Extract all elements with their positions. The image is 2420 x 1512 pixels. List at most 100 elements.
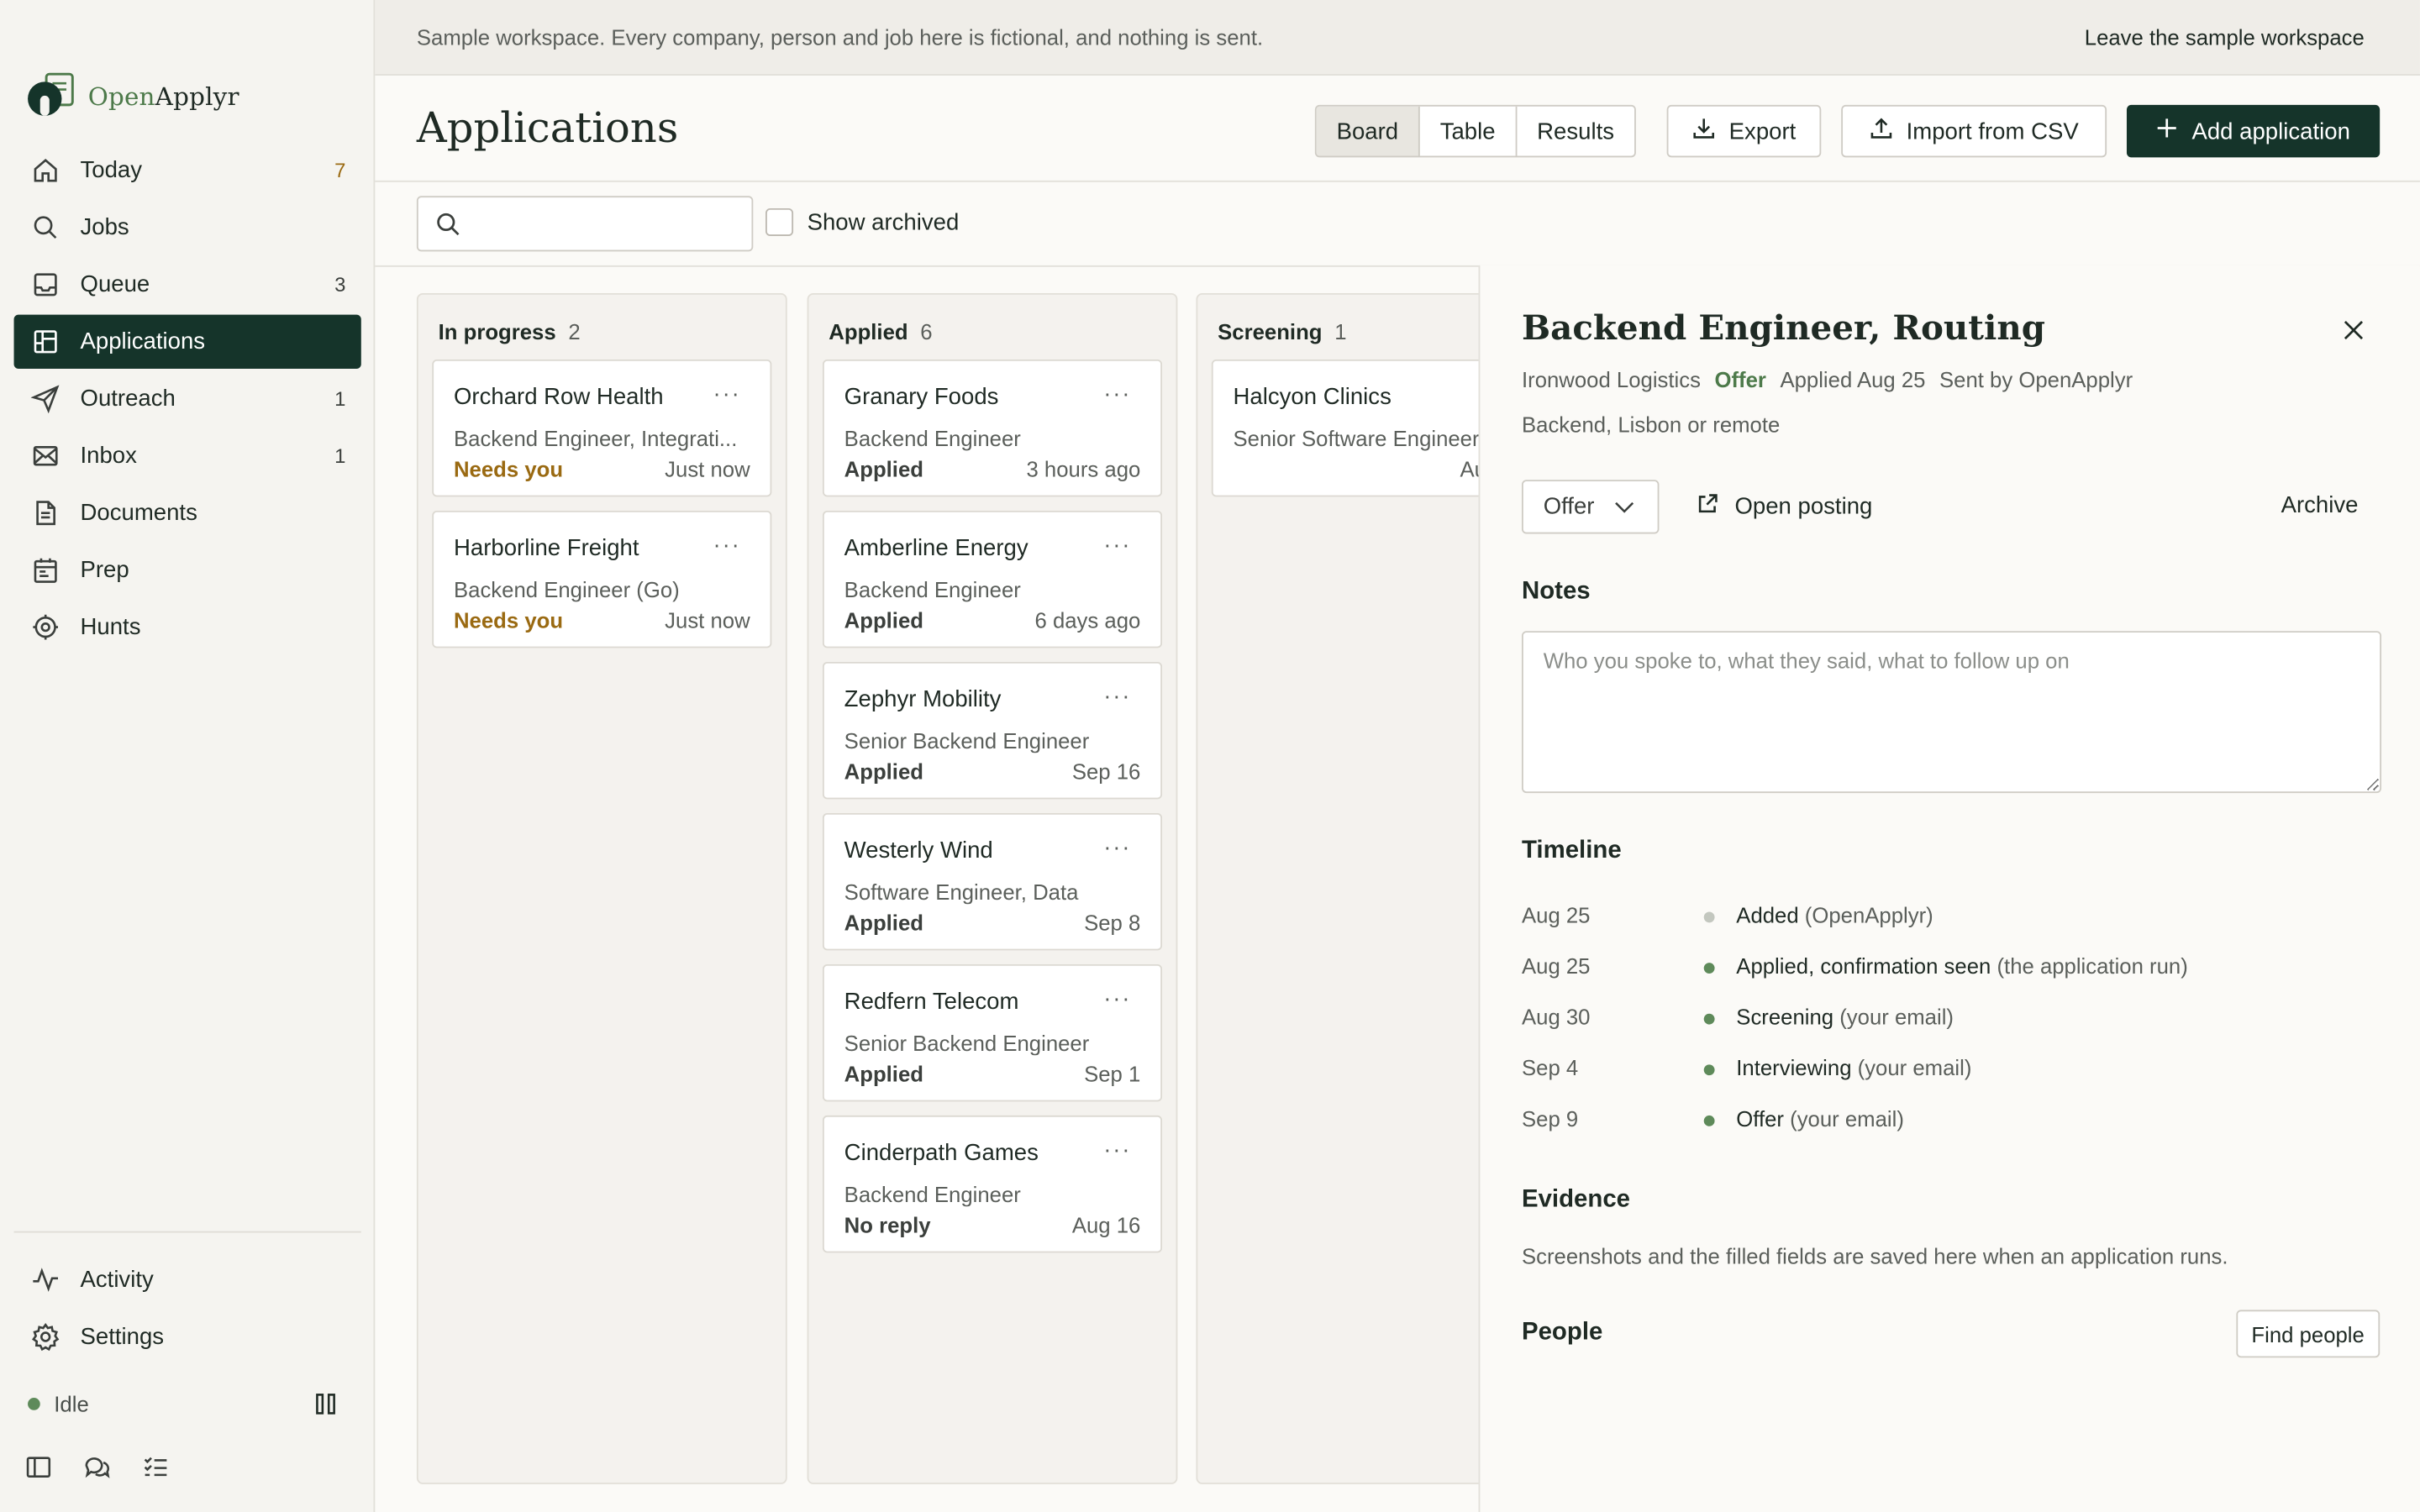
openapplyr-logo-icon	[26, 71, 78, 120]
brand[interactable]: OpenApplyr	[26, 71, 239, 120]
evidence-text: Screenshots and the filled fields are sa…	[1521, 1243, 2228, 1268]
sidebar-bottom-nav: Activity Settings	[14, 1252, 361, 1367]
open-posting-link[interactable]: Open posting	[1697, 492, 1873, 522]
checklist-icon[interactable]	[142, 1453, 170, 1481]
sidebar-item-outreach[interactable]: Outreach 1	[14, 372, 361, 426]
timeline-dot	[1703, 963, 1715, 974]
more-options-icon[interactable]: ···	[1103, 1137, 1131, 1163]
column-header: In progress 2	[438, 319, 581, 344]
sidebar-item-settings[interactable]: Settings	[14, 1310, 361, 1363]
application-card[interactable]: Granary Foods ··· Backend Engineer Appli…	[822, 359, 1163, 497]
status-dot	[28, 1398, 40, 1410]
more-options-icon[interactable]: ···	[713, 533, 741, 559]
sidebar-item-label: Documents	[80, 500, 197, 527]
board-column-applied: Applied 6 Granary Foods ··· Backend Engin…	[807, 292, 1178, 1484]
sidebar-item-label: Queue	[80, 271, 150, 298]
add-application-label: Add application	[2191, 118, 2350, 144]
card-role: Backend Engineer	[844, 1181, 1021, 1207]
more-options-icon[interactable]: ···	[1103, 684, 1131, 710]
card-status: Needs you	[453, 607, 564, 633]
more-options-icon[interactable]: ···	[713, 381, 741, 407]
sidebar-item-applications[interactable]: Applications	[13, 314, 361, 369]
timeline-dot	[1703, 1064, 1715, 1076]
timeline-date: Sep 4	[1521, 1055, 1579, 1080]
more-options-icon[interactable]: ···	[1103, 533, 1131, 559]
more-options-icon[interactable]: ···	[1103, 986, 1131, 1012]
leave-sample-link[interactable]: Leave the sample workspace	[2085, 24, 2365, 49]
app-window: OpenApplyr Today 7 Jobs Queue 3 Applicat…	[0, 0, 2420, 1512]
sidebar-item-today[interactable]: Today 7	[14, 144, 361, 197]
sidebar-item-label: Jobs	[80, 214, 129, 241]
card-company: Redfern Telecom	[844, 989, 1019, 1016]
sidebar-toggle-icon[interactable]	[24, 1453, 52, 1481]
sidebar-item-label: Activity	[80, 1266, 154, 1294]
application-card[interactable]: Zephyr Mobility ··· Senior Backend Engin…	[822, 661, 1163, 800]
sidebar-item-prep[interactable]: Prep	[14, 543, 361, 597]
sidebar-item-count: 1	[334, 387, 346, 411]
card-company: Cinderpath Games	[844, 1140, 1039, 1167]
sidebar-item-inbox[interactable]: Inbox 1	[14, 429, 361, 483]
card-time: 6 days ago	[1034, 607, 1141, 633]
export-button[interactable]: Export	[1666, 104, 1822, 158]
timeline-entry: Aug 25 Added (OpenApplyr)	[1522, 902, 2386, 933]
card-role: Backend Engineer, Integrati...	[453, 425, 738, 451]
card-time: Sep 8	[1084, 910, 1141, 936]
find-people-button[interactable]: Find people	[2236, 1310, 2381, 1358]
search-input[interactable]	[471, 207, 741, 241]
timeline-date: Aug 25	[1521, 953, 1591, 979]
card-role: Backend Engineer	[844, 425, 1021, 451]
card-role: Senior Backend Engineer	[844, 727, 1090, 753]
search-icon	[29, 213, 60, 244]
sidebar-item-label: Today	[80, 157, 143, 184]
sidebar-item-jobs[interactable]: Jobs	[14, 201, 361, 255]
application-card[interactable]: Orchard Row Health ··· Backend Engineer,…	[432, 359, 772, 497]
pause-icon[interactable]	[313, 1392, 338, 1416]
show-archived-toggle[interactable]: Show archived	[765, 207, 959, 237]
card-company: Harborline Freight	[453, 535, 639, 562]
send-icon	[29, 383, 60, 414]
card-status: Applied	[844, 1061, 923, 1087]
timeline-source: (your email)	[1790, 1105, 1904, 1131]
sidebar-item-documents[interactable]: Documents	[14, 486, 361, 540]
plus-icon	[2156, 118, 2178, 145]
calendar-icon	[29, 554, 60, 585]
application-card[interactable]: Amberline Energy ··· Backend Engineer Ap…	[822, 510, 1163, 648]
card-role: Backend Engineer	[844, 576, 1021, 602]
card-status: Applied	[844, 759, 923, 785]
view-tab-board[interactable]: Board	[1316, 106, 1420, 156]
application-card[interactable]: Harborline Freight ··· Backend Engineer …	[432, 510, 772, 648]
card-time: Sep 16	[1071, 759, 1141, 785]
sidebar-item-queue[interactable]: Queue 3	[14, 258, 361, 312]
sidebar-nav: Today 7 Jobs Queue 3 Applications Outrea…	[13, 144, 361, 658]
board-column-in-progress: In progress 2 Orchard Row Health ··· Back…	[416, 292, 787, 1484]
application-card[interactable]: Cinderpath Games ··· Backend Engineer No…	[822, 1115, 1163, 1253]
more-options-icon[interactable]: ···	[1103, 835, 1131, 861]
view-tab-results[interactable]: Results	[1517, 107, 1634, 156]
import-csv-button[interactable]: Import from CSV	[1841, 104, 2107, 158]
timeline-date: Sep 9	[1521, 1105, 1579, 1131]
notes-textarea[interactable]	[1521, 631, 2382, 794]
detail-sent-by: Sent by OpenApplyr	[1939, 367, 2133, 392]
more-options-icon[interactable]: ···	[1103, 381, 1131, 407]
application-card[interactable]: Westerly Wind ··· Software Engineer, Dat…	[822, 812, 1163, 951]
external-link-icon	[1697, 492, 1720, 522]
sidebar-item-activity[interactable]: Activity	[14, 1252, 361, 1306]
card-status: Applied	[844, 607, 923, 633]
status-text: Idle	[54, 1391, 89, 1417]
archive-button[interactable]: Archive	[2281, 492, 2359, 518]
chat-icon[interactable]	[83, 1453, 111, 1481]
add-application-button[interactable]: Add application	[2126, 104, 2381, 158]
sidebar: OpenApplyr Today 7 Jobs Queue 3 Applicat…	[0, 0, 376, 1512]
timeline-dot	[1703, 1115, 1715, 1126]
application-card[interactable]: Redfern Telecom ··· Senior Backend Engin…	[822, 963, 1163, 1102]
sidebar-item-count: 1	[334, 444, 346, 468]
card-company: Westerly Wind	[844, 837, 993, 864]
home-icon	[29, 155, 60, 186]
close-icon[interactable]	[2343, 319, 2365, 341]
open-posting-label: Open posting	[1734, 493, 1873, 520]
timeline-date: Aug 30	[1521, 1004, 1591, 1030]
show-archived-checkbox[interactable]	[765, 207, 794, 237]
sidebar-item-hunts[interactable]: Hunts	[14, 600, 361, 654]
view-tab-table[interactable]: Table	[1420, 106, 1518, 156]
stage-select[interactable]: Offer	[1521, 480, 1660, 534]
